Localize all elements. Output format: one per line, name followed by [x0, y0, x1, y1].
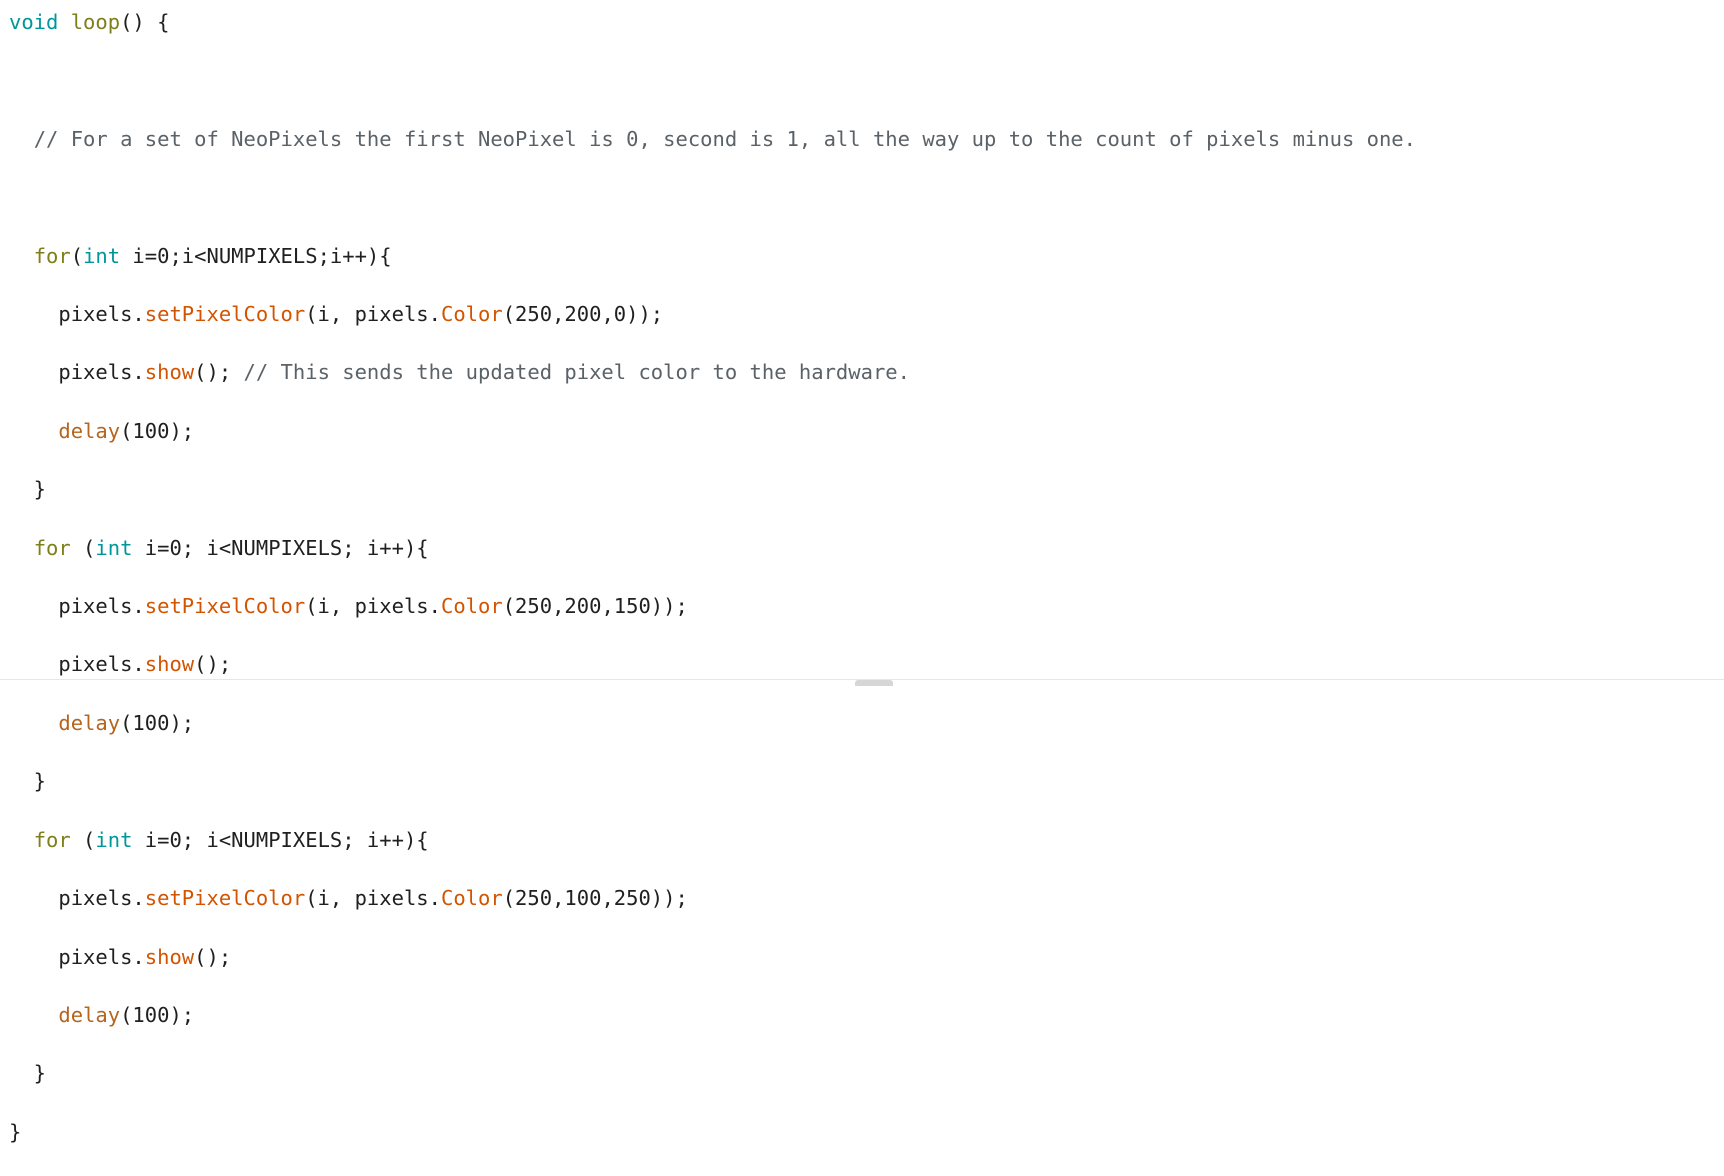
code-token-plain: (	[70, 827, 96, 852]
code-line: pixels.setPixelColor(i, pixels.Color(250…	[0, 592, 1724, 621]
code-line: }	[0, 1118, 1724, 1147]
code-token-plain: (250,200,0));	[502, 302, 664, 327]
code-token-plain: (i, pixels.	[305, 302, 441, 327]
code-token-kw: int	[83, 243, 121, 268]
code-line: }	[0, 475, 1724, 504]
code-token-plain: (250,200,150));	[502, 594, 688, 619]
code-line: for (int i=0; i<NUMPIXELS; i++){	[0, 826, 1724, 855]
code-token-comment: // For a set of NeoPixels the first NeoP…	[33, 126, 1416, 151]
code-line: pixels.show();	[0, 650, 1724, 679]
code-line: for(int i=0;i<NUMPIXELS;i++){	[0, 242, 1724, 271]
code-token-plain: ();	[194, 652, 232, 677]
code-token-fn: for	[33, 535, 71, 560]
horizontal-scrollbar-thumb[interactable]	[855, 680, 893, 686]
code-token-plain: pixels.	[9, 360, 145, 385]
code-token-method: Color	[440, 886, 503, 911]
code-token-plain: }	[9, 1119, 22, 1144]
code-line: void loop() {	[0, 8, 1724, 37]
code-token-call: delay	[58, 710, 121, 735]
code-line: for (int i=0; i<NUMPIXELS; i++){	[0, 534, 1724, 563]
code-token-plain: ();	[194, 944, 232, 969]
code-token-plain: (100);	[120, 418, 195, 443]
code-line: pixels.setPixelColor(i, pixels.Color(250…	[0, 884, 1724, 913]
code-token-fn: for	[33, 243, 71, 268]
code-line: pixels.show();	[0, 943, 1724, 972]
code-token-plain: () {	[120, 10, 170, 34]
code-token-kw: void	[9, 10, 59, 34]
code-token-plain: pixels.	[9, 652, 145, 677]
code-token-method: Color	[440, 594, 503, 619]
code-token-fn: for	[33, 827, 71, 852]
code-token-fn: loop	[70, 10, 121, 34]
code-token-method: show	[144, 944, 195, 969]
code-listing[interactable]: void loop() { ​ // For a set of NeoPixel…	[0, 0, 1724, 1176]
code-token-plain: (	[70, 243, 84, 268]
code-token-plain: ();	[194, 360, 244, 385]
code-token-plain: (	[70, 535, 96, 560]
code-line: }	[0, 1059, 1724, 1088]
code-line: ​	[0, 66, 1724, 95]
code-token-plain: (100);	[120, 710, 195, 735]
code-token-plain: pixels.	[9, 594, 145, 619]
code-token-plain: (100);	[120, 1002, 195, 1027]
code-token-plain: (i, pixels.	[305, 886, 441, 911]
code-token-plain: }	[9, 1061, 47, 1086]
code-token-call: delay	[58, 418, 121, 443]
code-line: delay(100);	[0, 417, 1724, 446]
code-line: pixels.setPixelColor(i, pixels.Color(250…	[0, 300, 1724, 329]
code-token-method: setPixelColor	[144, 886, 306, 911]
code-token-kw: int	[95, 827, 133, 852]
code-line: delay(100);	[0, 1001, 1724, 1030]
code-line: ​	[0, 183, 1724, 212]
code-line: // For a set of NeoPixels the first NeoP…	[0, 125, 1724, 154]
code-token-plain: pixels.	[9, 944, 145, 969]
code-token-plain: i=0; i<NUMPIXELS; i++){	[132, 535, 429, 560]
code-token-plain: }	[9, 769, 47, 794]
code-line: }	[0, 767, 1724, 796]
code-token-method: setPixelColor	[144, 594, 306, 619]
code-token-plain: }	[9, 477, 47, 502]
code-token-plain: (i, pixels.	[305, 594, 441, 619]
code-token-plain: i=0; i<NUMPIXELS; i++){	[132, 827, 429, 852]
code-token-call: delay	[58, 1002, 121, 1027]
code-line: delay(100);	[0, 709, 1724, 738]
code-line: pixels.show(); // This sends the updated…	[0, 358, 1724, 387]
code-token-kw: int	[95, 535, 133, 560]
code-block: void loop() { ​ // For a set of NeoPixel…	[0, 0, 1724, 1144]
code-token-plain: pixels.	[9, 886, 145, 911]
code-token-method: setPixelColor	[144, 302, 306, 327]
code-token-comment: // This sends the updated pixel color to…	[243, 360, 910, 385]
code-token-method: show	[144, 360, 195, 385]
code-token-plain: pixels.	[9, 302, 145, 327]
code-token-method: Color	[440, 302, 503, 327]
code-token-plain: (250,100,250));	[502, 886, 688, 911]
code-token-plain: i=0;i<NUMPIXELS;i++){	[120, 243, 392, 268]
code-token-method: show	[144, 652, 195, 677]
